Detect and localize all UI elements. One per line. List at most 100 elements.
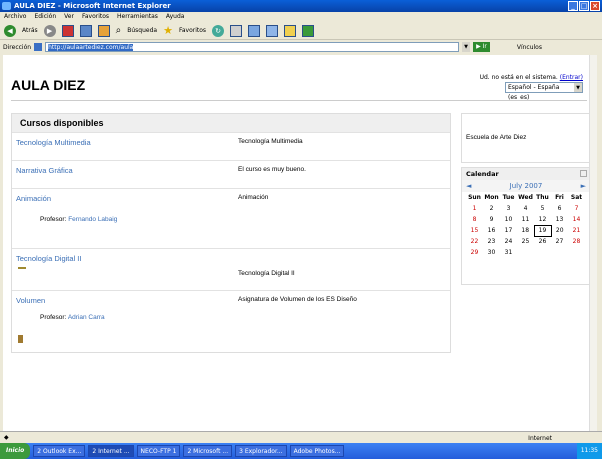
address-dropdown-icon[interactable]: ▼ [462, 42, 471, 52]
calendar-day[interactable]: 2 [483, 203, 500, 214]
calendar-day[interactable]: 8 [466, 214, 483, 225]
language-select[interactable]: Español - España (es_es) ▼ [505, 82, 583, 101]
menu-favoritos[interactable]: Favoritos [82, 12, 109, 22]
calendar-day[interactable]: 30 [483, 247, 500, 258]
calendar-day[interactable]: 1 [466, 203, 483, 214]
calendar-day[interactable]: 10 [500, 214, 517, 225]
back-label[interactable]: Atrás [22, 27, 38, 34]
taskbar-item[interactable]: NECO-FTP 1 [136, 445, 181, 457]
calendar-day[interactable]: 9 [483, 214, 500, 225]
print-icon[interactable] [248, 24, 261, 37]
calendar-day[interactable]: 6 [551, 203, 568, 214]
home-icon[interactable] [97, 24, 110, 37]
calendar-day[interactable]: 31 [500, 247, 517, 258]
history-icon[interactable]: ↻ [212, 24, 225, 37]
taskbar-item[interactable]: 2 Outlook Ex... [33, 445, 86, 457]
calendar-day[interactable]: 21 [568, 225, 585, 236]
refresh-icon[interactable] [79, 24, 92, 37]
calendar-day[interactable]: 3 [500, 203, 517, 214]
course-link[interactable]: Narrativa Gráfica [16, 166, 73, 175]
menu-ver[interactable]: Ver [64, 12, 74, 22]
messenger-icon[interactable] [302, 24, 315, 37]
calendar-day[interactable]: 12 [534, 214, 551, 225]
course-link[interactable]: Volumen [16, 296, 45, 305]
calendar-day[interactable]: 28 [568, 236, 585, 247]
calendar-day[interactable]: 15 [466, 225, 483, 236]
minimize-button[interactable]: _ [568, 1, 578, 11]
mail-icon[interactable] [230, 24, 243, 37]
forward-icon[interactable]: ▶ [43, 24, 56, 37]
course-row: Volumen Asignatura de Volumen de los ES … [12, 290, 450, 353]
course-link[interactable]: Animación [16, 194, 51, 203]
key-icon [18, 265, 26, 269]
page-status-icon: ◆ [4, 434, 9, 441]
calendar-day[interactable]: 22 [466, 236, 483, 247]
calendar-day-header: Mon [484, 194, 499, 201]
edit-icon[interactable] [266, 24, 279, 37]
teacher-link[interactable]: Adrian Carra [68, 314, 105, 321]
taskbar: Inicio 2 Outlook Ex... 2 Internet ... NE… [0, 443, 602, 459]
taskbar-item[interactable]: 3 Explorador... [235, 445, 287, 457]
courses-heading: Cursos disponibles [12, 114, 450, 132]
calendar-day[interactable]: 17 [500, 225, 517, 236]
calendar-day[interactable]: 11 [517, 214, 534, 225]
links-label[interactable]: Vínculos [517, 44, 542, 51]
back-icon[interactable]: ◀ [4, 24, 16, 37]
calendar-day[interactable]: 20 [551, 225, 568, 236]
calendar-day[interactable]: 25 [517, 236, 534, 247]
menu-herramientas[interactable]: Herramientas [117, 12, 158, 22]
calendar-day[interactable]: 18 [517, 225, 534, 236]
go-button[interactable]: ▶ Ir [473, 42, 490, 52]
menu-archivo[interactable]: Archivo [4, 12, 26, 22]
language-value[interactable]: Español - España (es_es) [508, 84, 559, 101]
course-link[interactable]: Tecnología Digital II [16, 254, 81, 263]
favorites-icon[interactable]: ★ [163, 24, 173, 37]
course-row: Tecnología Digital II Tecnología Digital… [12, 248, 450, 290]
folder-icon[interactable] [284, 24, 297, 37]
calendar-day[interactable]: 4 [517, 203, 534, 214]
page-icon [34, 43, 43, 51]
favorites-label[interactable]: Favoritos [179, 27, 206, 34]
calendar-day[interactable]: 13 [551, 214, 568, 225]
course-teacher: Profesor: Adrian Carra [40, 314, 105, 321]
menu-edicion[interactable]: Edición [34, 12, 56, 22]
calendar-month[interactable]: July 2007 [462, 180, 590, 192]
calendar-day[interactable]: 24 [500, 236, 517, 247]
search-icon[interactable]: ⌕ [116, 25, 122, 36]
next-month-icon[interactable]: ► [581, 180, 586, 192]
calendar-day-header: Tue [502, 194, 515, 201]
title-bar: AULA DIEZ - Microsoft Internet Explorer … [0, 0, 602, 12]
calendar-day[interactable]: 5 [534, 203, 551, 214]
course-row: Narrativa Gráfica El curso es muy bueno. [12, 160, 450, 188]
go-label[interactable]: Ir [483, 43, 487, 50]
teacher-link[interactable]: Fernando Labaig [68, 216, 117, 223]
calendar-day[interactable]: 27 [551, 236, 568, 247]
calendar-day[interactable]: 16 [483, 225, 500, 236]
calendar-day[interactable]: 19 [533, 224, 552, 237]
vertical-scrollbar[interactable] [589, 55, 597, 431]
calendar-day[interactable]: 26 [534, 236, 551, 247]
calendar-day[interactable]: 29 [466, 247, 483, 258]
address-input[interactable]: http://aulaartediez.com/aula [45, 42, 460, 52]
address-url[interactable]: http://aulaartediez.com/aula [48, 44, 134, 51]
taskbar-item[interactable]: 2 Internet ... [88, 445, 134, 457]
school-name: Escuela de Arte Diez [466, 134, 527, 141]
login-link[interactable]: (Entrar) [560, 74, 583, 81]
browser-window: AULA DIEZ - Microsoft Internet Explorer … [0, 0, 602, 459]
taskbar-item[interactable]: 2 Microsoft ... [183, 445, 233, 457]
stop-icon[interactable] [61, 24, 74, 37]
course-link[interactable]: Tecnología Multimedia [16, 138, 91, 147]
search-label[interactable]: Búsqueda [127, 27, 157, 34]
course-summary: Tecnología Digital II [238, 270, 295, 277]
close-button[interactable]: × [590, 1, 600, 11]
chevron-down-icon[interactable]: ▼ [574, 83, 582, 92]
taskbar-item[interactable]: Adobe Photos... [289, 445, 345, 457]
menu-ayuda[interactable]: Ayuda [166, 12, 185, 22]
calendar-day[interactable]: 7 [568, 203, 585, 214]
start-button[interactable]: Inicio [0, 443, 31, 459]
calendar-day[interactable]: 23 [483, 236, 500, 247]
calendar-day[interactable]: 14 [568, 214, 585, 225]
maximize-button[interactable]: □ [579, 1, 589, 11]
hide-block-icon[interactable] [580, 170, 587, 177]
course-summary: Animación [238, 194, 269, 201]
